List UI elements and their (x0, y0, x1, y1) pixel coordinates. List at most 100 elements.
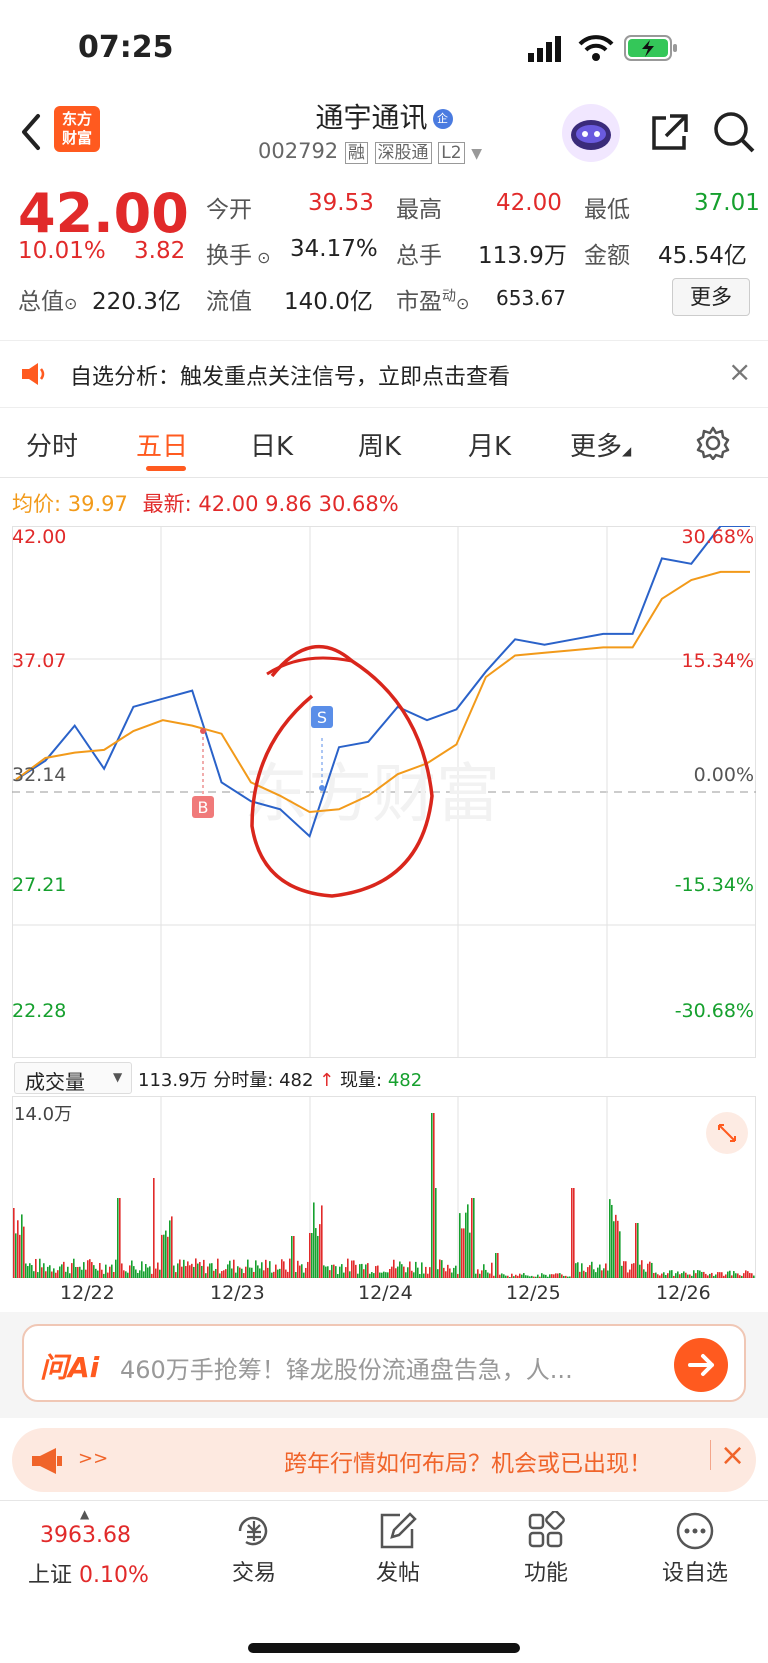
nav-functions[interactable]: 功能 (506, 1510, 586, 1587)
volume-bar (463, 1228, 465, 1278)
close-icon[interactable]: × (728, 355, 751, 388)
volume-bar (179, 1259, 181, 1278)
tab-weekly-k[interactable]: 周K (358, 426, 401, 463)
volume-bar (361, 1263, 363, 1278)
index-ticker[interactable]: ▲ 3963.68 上证 0.10% (28, 1501, 149, 1601)
close-icon[interactable]: × (720, 1438, 745, 1473)
volume-bar (151, 1273, 153, 1278)
volume-bar (107, 1272, 109, 1278)
search-icon[interactable] (712, 110, 756, 158)
volume-indicator-label: 成交量 (25, 1070, 85, 1094)
volume-bar (133, 1266, 135, 1278)
volume-bar (479, 1273, 481, 1278)
volume-bar (429, 1267, 431, 1278)
volume-bar (301, 1264, 303, 1278)
volume-bar (713, 1275, 715, 1278)
low-label: 最低 (584, 197, 630, 223)
volume-bar (637, 1223, 639, 1278)
turnover-label: 换手 ⊙ (206, 243, 271, 269)
stock-subtitle[interactable]: 002792 融 深股通 L2 ▼ (258, 138, 482, 164)
volume-bar (499, 1274, 501, 1278)
volume-bar (213, 1270, 215, 1278)
price-chart[interactable]: 东方财富 B S 42.00 37.07 32.14 27.21 22.28 3… (12, 526, 756, 1058)
settings-gear-icon[interactable] (696, 426, 730, 464)
buy-marker[interactable]: B (192, 728, 214, 818)
volume-bar (121, 1263, 123, 1278)
current-price: 42.00 (18, 182, 189, 245)
expand-icon[interactable] (706, 1112, 748, 1154)
mktcap-value: 220.3亿 (92, 289, 181, 315)
more-dots-icon (676, 1512, 714, 1550)
tab-daily-k[interactable]: 日K (250, 426, 293, 463)
volume-bar (217, 1258, 219, 1278)
volume-bar (519, 1273, 521, 1278)
nav-add-watchlist[interactable]: 设自选 (650, 1511, 740, 1587)
volume-bar (49, 1265, 51, 1278)
volume-bar (129, 1265, 131, 1278)
volume-bar (671, 1270, 673, 1278)
ai-input-bar[interactable]: 问Ai 460万手抢筹！锋龙股份流通盘告急，人... (22, 1324, 746, 1402)
volume-bar (183, 1259, 185, 1278)
price-chart-svg: 东方财富 B S (12, 526, 756, 1058)
status-bar: 07:25 (0, 0, 768, 100)
volume-bar (337, 1273, 339, 1278)
volume-bar (375, 1266, 377, 1278)
volume-chart[interactable]: 14.0万 (12, 1096, 756, 1280)
promo-banner[interactable]: >> 跨年行情如何布局？机会或已出现！ × (12, 1428, 756, 1492)
tab-monthly-k[interactable]: 月K (468, 426, 511, 463)
tag-l2: L2 (438, 142, 465, 164)
volume-bar (591, 1261, 593, 1278)
nav-trade[interactable]: 交易 (214, 1511, 294, 1587)
volume-bar (283, 1261, 285, 1278)
volume-bar (433, 1113, 435, 1278)
volume-bar (205, 1273, 207, 1278)
volume-bar (673, 1275, 675, 1278)
volume-value: 113.9万 (478, 243, 567, 269)
volume-bar (79, 1266, 81, 1278)
robot-assistant-icon[interactable] (562, 104, 620, 162)
period-volume-label: 分时量: (213, 1070, 274, 1091)
share-icon[interactable] (648, 112, 690, 158)
volume-bar (203, 1259, 205, 1278)
volume-bar (193, 1266, 195, 1278)
nav-post[interactable]: 发帖 (358, 1511, 438, 1587)
stock-name: 通宇通讯 (315, 101, 428, 134)
volume-bar (681, 1273, 683, 1278)
volume-bar (437, 1269, 439, 1278)
volume-bar (451, 1272, 453, 1278)
ai-prompt-text: 460万手抢筹！锋龙股份流通盘告急，人... (120, 1356, 573, 1384)
volume-bar (597, 1267, 599, 1278)
tab-intraday[interactable]: 分时 (26, 426, 78, 463)
current-volume-label: 现量: (340, 1070, 383, 1091)
ai-send-button[interactable] (674, 1338, 728, 1392)
volume-bar (125, 1271, 127, 1278)
volume-bar (409, 1261, 411, 1278)
verified-badge: 企 (432, 109, 453, 129)
volume-bar (447, 1264, 449, 1278)
volume-bar (347, 1258, 349, 1278)
ai-section: 问Ai 460万手抢筹！锋龙股份流通盘告急，人... (0, 1312, 768, 1418)
tab-more[interactable]: 更多◢ (570, 426, 631, 463)
more-button[interactable]: 更多 (672, 278, 750, 316)
volume-bar (559, 1273, 561, 1278)
volume-bar (417, 1267, 419, 1278)
volume-bar (545, 1274, 547, 1278)
volume-bar (29, 1263, 31, 1278)
volume-bar (189, 1265, 191, 1278)
volume-indicator-select[interactable]: 成交量 ▼ (14, 1062, 132, 1094)
volume-bar (423, 1273, 425, 1278)
volume-bar (445, 1271, 447, 1278)
index-name: 上证 (28, 1563, 73, 1588)
volume-bar (555, 1273, 557, 1278)
volume-bar (661, 1273, 663, 1278)
volume-bar (537, 1274, 539, 1278)
volume-bar (123, 1270, 125, 1278)
volume-bar (377, 1265, 379, 1278)
tab-five-day[interactable]: 五日 (136, 426, 188, 463)
volume-bar (599, 1264, 601, 1278)
volume-bar (137, 1272, 139, 1278)
volume-bar (313, 1202, 315, 1278)
volume-bar (239, 1267, 241, 1278)
volume-bar (573, 1188, 575, 1278)
analysis-banner[interactable]: 自选分析：触发重点关注信号，立即点击查看 × (0, 340, 768, 408)
